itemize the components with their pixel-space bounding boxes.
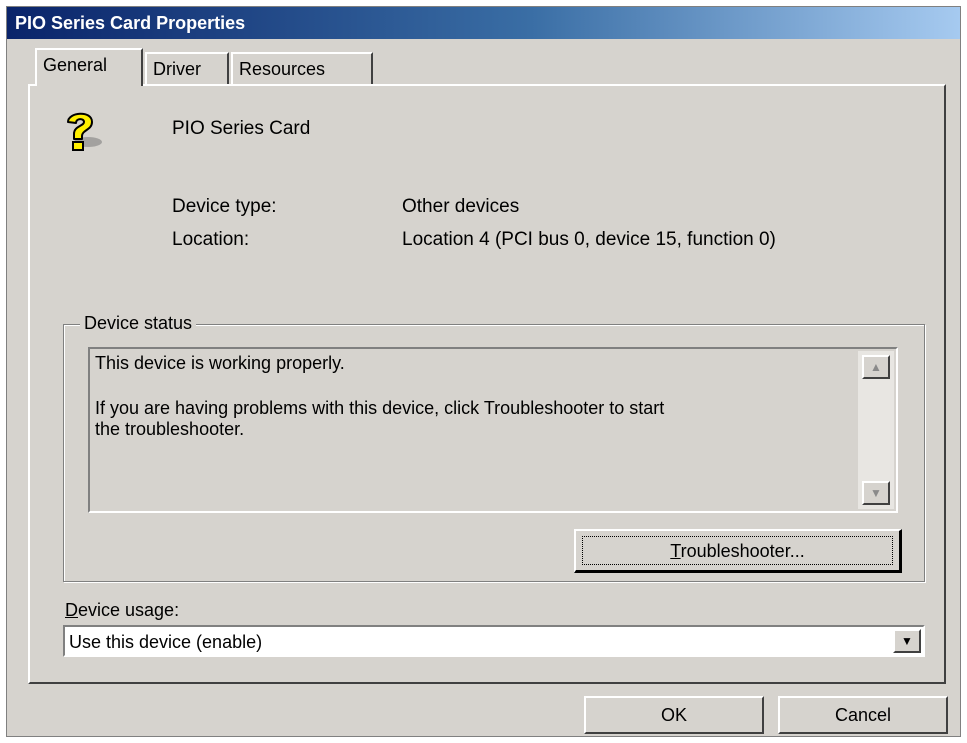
tab-resources[interactable]: Resources	[231, 52, 373, 84]
tab-driver[interactable]: Driver	[145, 52, 229, 84]
cancel-button[interactable]: Cancel	[778, 696, 948, 734]
title-bar[interactable]: PIO Series Card Properties	[7, 7, 960, 39]
general-tab-panel	[28, 84, 946, 684]
ok-button[interactable]: OK	[584, 696, 764, 734]
tab-general[interactable]: General	[35, 48, 143, 86]
